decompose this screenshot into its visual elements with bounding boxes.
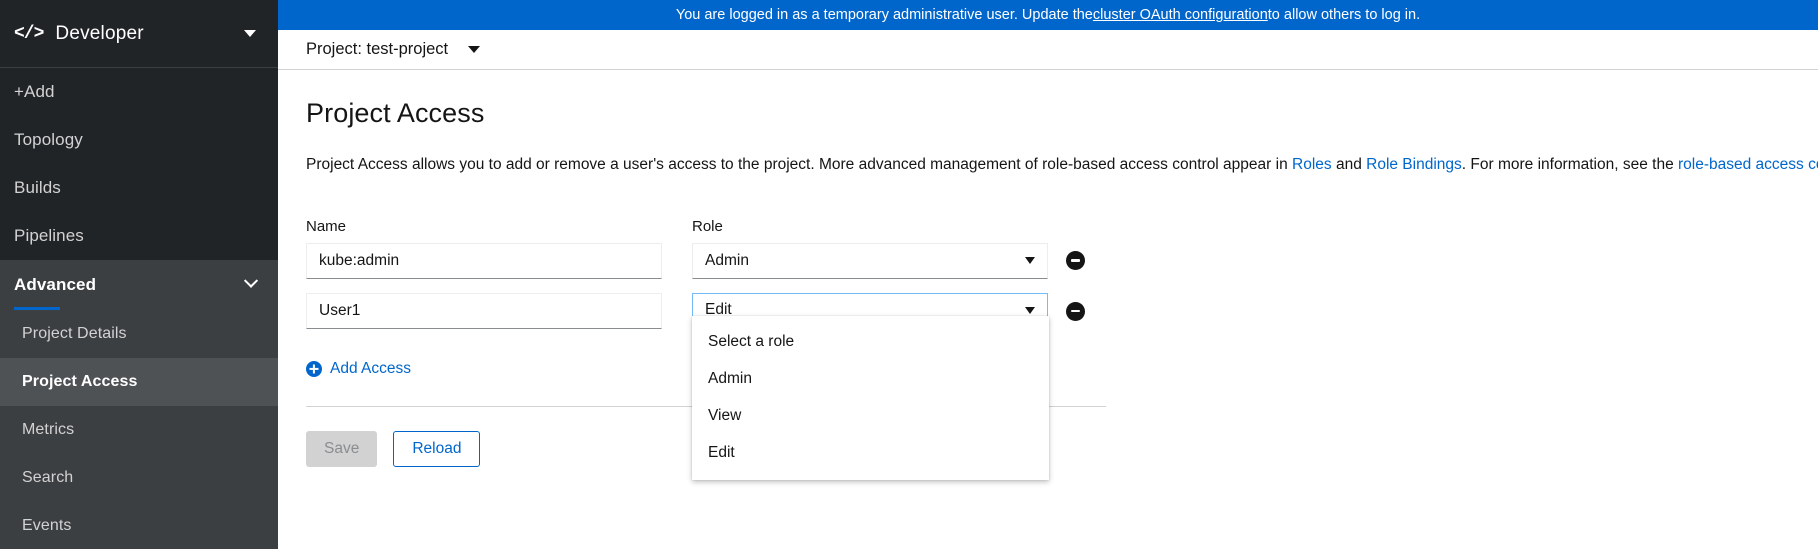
sidebar-navigation: </> Developer +Add Topology Builds Pipel… xyxy=(0,0,278,549)
sidebar-item-events[interactable]: Events xyxy=(0,502,278,549)
project-selector-bar: Project: test-project xyxy=(278,30,1818,70)
rbac-documentation-link[interactable]: role-based access control documentation xyxy=(1678,156,1818,173)
sidebar-item-label: Metrics xyxy=(22,421,75,438)
code-icon: </> xyxy=(14,23,44,44)
dropdown-option-admin[interactable]: Admin xyxy=(692,361,1049,398)
sidebar-item-topology[interactable]: Topology xyxy=(0,116,278,164)
name-column-header: Name xyxy=(306,217,347,235)
application-window: </> Developer +Add Topology Builds Pipel… xyxy=(0,0,1818,549)
perspective-label: Developer xyxy=(55,22,144,44)
name-input[interactable] xyxy=(306,242,662,279)
secondary-nav-list: Project Details Project Access Metrics S… xyxy=(0,310,278,549)
sidebar-section-label: Advanced xyxy=(14,275,97,294)
sidebar-section-advanced[interactable]: Advanced xyxy=(0,260,278,310)
reload-button[interactable]: Reload xyxy=(393,430,481,467)
chevron-down-icon xyxy=(1025,306,1035,314)
dropdown-option-select-a-role[interactable]: Select a role xyxy=(692,324,1049,361)
sidebar-item-label: +Add xyxy=(14,82,55,101)
role-column-header: Role xyxy=(692,217,723,235)
add-access-label: Add Access xyxy=(330,359,411,377)
chevron-down-icon[interactable] xyxy=(468,46,481,53)
primary-nav-list: +Add Topology Builds Pipelines xyxy=(0,68,278,260)
role-dropdown-menu: Select a role Admin View Edit xyxy=(692,315,1049,480)
chevron-down-icon xyxy=(243,273,259,288)
add-access-button[interactable]: Add Access xyxy=(306,360,411,378)
banner-text-after: to allow others to log in. xyxy=(1267,7,1421,23)
banner-text-before: You are logged in as a temporary adminis… xyxy=(675,7,1093,23)
sidebar-item-project-access[interactable]: Project Access xyxy=(0,358,278,406)
project-access-form: Name Role Admin Edit xyxy=(306,218,1790,480)
sidebar-item-pipelines[interactable]: Pipelines xyxy=(0,212,278,260)
remove-access-button[interactable] xyxy=(1066,301,1085,321)
dropdown-option-view[interactable]: View xyxy=(692,398,1049,435)
admin-notice-banner: You are logged in as a temporary adminis… xyxy=(278,0,1818,30)
chevron-down-icon xyxy=(1025,257,1035,265)
role-select-value: Admin xyxy=(705,251,749,269)
roles-link[interactable]: Roles xyxy=(1292,156,1332,173)
sidebar-item-add[interactable]: +Add xyxy=(0,68,278,116)
plus-circle-icon xyxy=(306,360,322,377)
form-column-headers: Name Role xyxy=(306,218,1790,243)
remove-access-button[interactable] xyxy=(1066,251,1085,271)
cluster-oauth-configuration-link[interactable]: cluster OAuth configuration xyxy=(1093,7,1268,23)
name-input[interactable] xyxy=(306,293,662,330)
role-bindings-link[interactable]: Role Bindings xyxy=(1366,156,1462,173)
sidebar-item-label: Project Details xyxy=(22,325,127,342)
sidebar-item-label: Project Access xyxy=(22,373,138,390)
description-part-2: and xyxy=(1331,156,1367,173)
chevron-down-icon xyxy=(244,30,256,37)
table-row: Admin xyxy=(306,242,1790,279)
sidebar-item-label: Search xyxy=(22,469,74,486)
main-content: You are logged in as a temporary adminis… xyxy=(278,0,1818,549)
sidebar-item-label: Builds xyxy=(14,178,61,197)
sidebar-item-project-details[interactable]: Project Details xyxy=(0,310,278,358)
perspective-switcher[interactable]: </> Developer xyxy=(0,0,278,68)
sidebar-item-label: Topology xyxy=(14,130,83,149)
description-part-1: Project Access allows you to add or remo… xyxy=(306,156,1292,173)
save-button[interactable]: Save xyxy=(306,430,378,467)
sidebar-item-search[interactable]: Search xyxy=(0,454,278,502)
role-select[interactable]: Admin xyxy=(692,242,1048,279)
sidebar-item-builds[interactable]: Builds xyxy=(0,164,278,212)
section-active-indicator xyxy=(14,307,60,310)
project-selector-label[interactable]: Project: test-project xyxy=(306,40,448,59)
sidebar-item-label: Pipelines xyxy=(14,226,84,245)
dropdown-option-edit[interactable]: Edit xyxy=(692,435,1049,472)
description-part-3: . For more information, see the xyxy=(1461,156,1679,173)
page-title: Project Access xyxy=(306,98,485,128)
sidebar-item-metrics[interactable]: Metrics xyxy=(0,406,278,454)
sidebar-item-label: Events xyxy=(22,517,72,534)
page-description: Project Access allows you to add or remo… xyxy=(306,154,1818,176)
page-content: Project Access Project Access allows you… xyxy=(278,70,1818,480)
